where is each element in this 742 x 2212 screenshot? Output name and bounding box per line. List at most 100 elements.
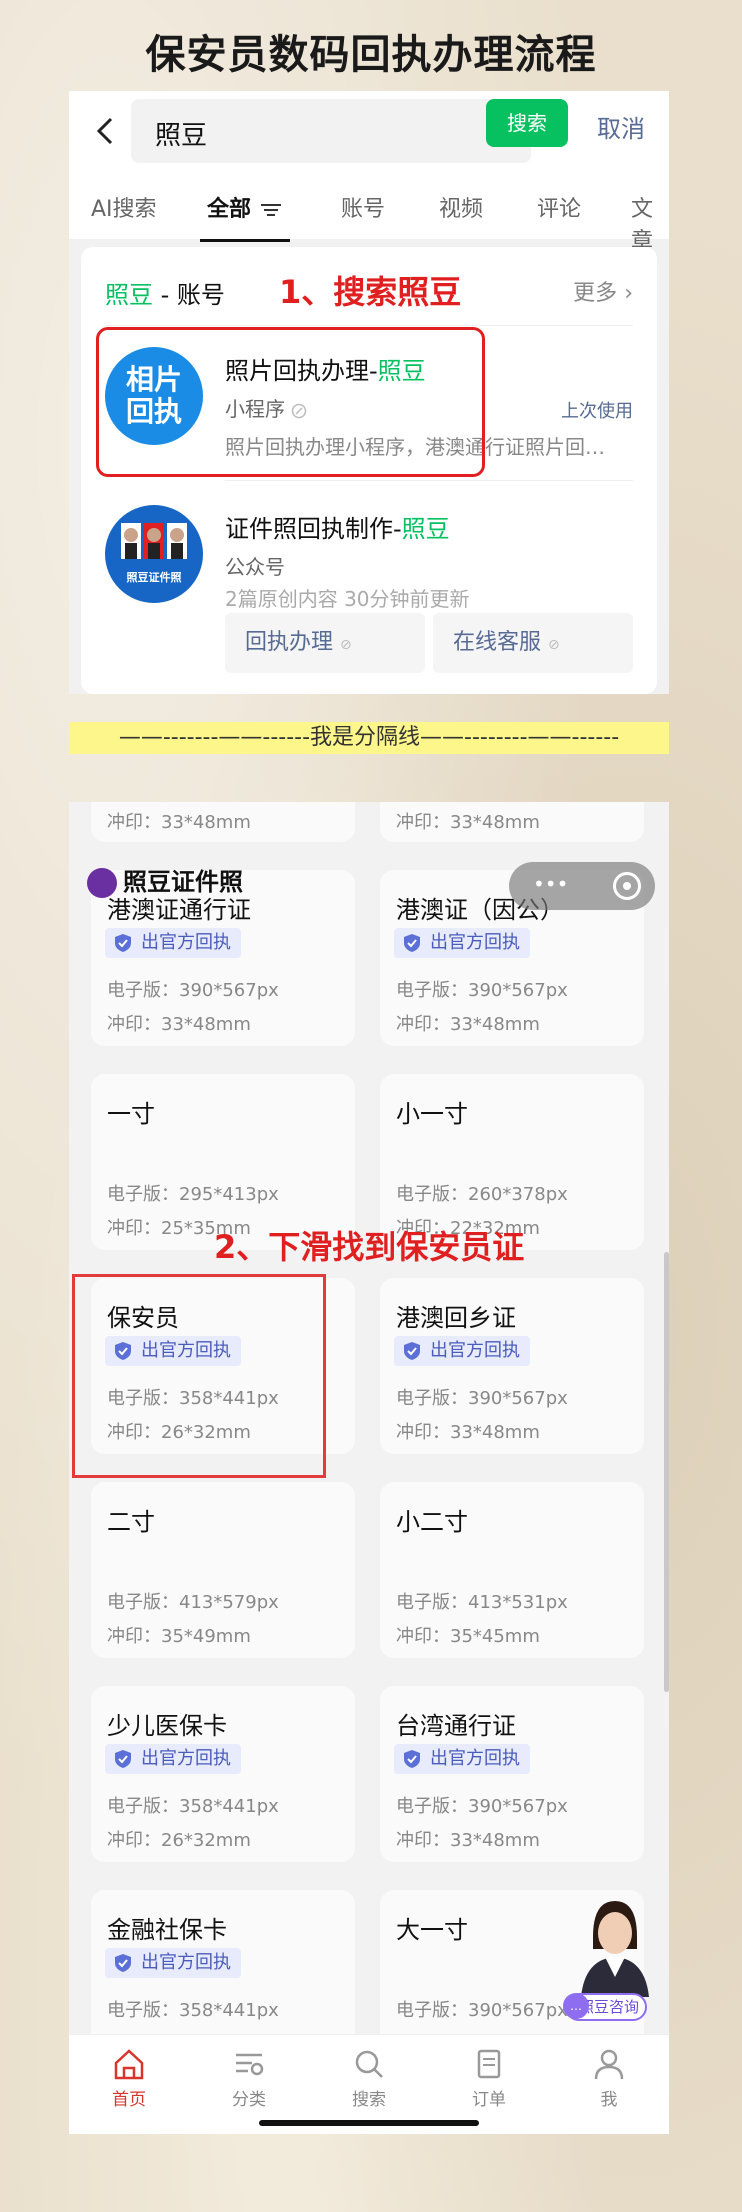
- profile-icon: [594, 2049, 624, 2080]
- tab-video[interactable]: 视频: [439, 191, 483, 223]
- active-tab-indicator: [200, 239, 290, 242]
- print-size: 冲印：26*32mm: [107, 1830, 251, 1851]
- result-description: 2篇原创内容 30分钟前更新: [225, 587, 470, 611]
- card-partial[interactable]: 冲印：33*48mm: [380, 802, 644, 842]
- tab-ai-search[interactable]: AI搜索: [91, 191, 157, 223]
- official-receipt-badge: 出官方回执: [394, 1744, 530, 1774]
- tab-comment[interactable]: 评论: [537, 191, 581, 223]
- shield-check-icon: [115, 934, 131, 952]
- digital-size: 电子版：295*413px: [107, 1184, 279, 1205]
- camera-logo-icon: [87, 868, 117, 898]
- page-title: 保安员数码回执办理流程: [145, 32, 597, 78]
- section-heading: 照豆 - 账号: [105, 281, 225, 309]
- digital-size: 电子版：358*441px: [107, 2000, 279, 2021]
- id-photo-card[interactable]: 台湾通行证出官方回执电子版：390*567px 冲印：33*48mm: [380, 1686, 644, 1862]
- card-title: 金融社保卡: [107, 1916, 227, 1944]
- card-title: 台湾通行证: [396, 1712, 516, 1740]
- print-size: 冲印：33*48mm: [396, 1422, 540, 1443]
- digital-size: 电子版：260*378px: [396, 1184, 568, 1205]
- home-indicator: [259, 2120, 479, 2126]
- shield-check-icon: [404, 1750, 420, 1768]
- shield-check-icon: [115, 1750, 131, 1768]
- link-icon: ⊘: [340, 637, 352, 653]
- nav-search[interactable]: 搜索: [329, 2047, 409, 2110]
- orders-icon: [477, 2049, 501, 2079]
- chevron-right-icon: ›: [624, 281, 633, 306]
- search-query: 照豆: [155, 121, 208, 151]
- id-photo-card[interactable]: 二寸电子版：413*579px 冲印：35*49mm: [91, 1482, 355, 1658]
- more-link[interactable]: 更多 ›: [573, 275, 633, 307]
- tab-article[interactable]: 文章: [631, 191, 669, 255]
- card-partial[interactable]: 冲印：33*48mm: [91, 802, 355, 842]
- result-title: 证件照回执制作-照豆: [225, 515, 450, 543]
- digital-size: 电子版：413*579px: [107, 1592, 279, 1613]
- highlight-box-step2: [72, 1274, 326, 1478]
- official-receipt-badge: 出官方回执: [105, 1744, 241, 1774]
- search-tabs: AI搜索 全部 账号 视频 评论 文章: [69, 171, 669, 254]
- close-miniprogram-icon[interactable]: [613, 872, 641, 900]
- bottom-tab-bar: 首页 分类 搜索 订单 我: [69, 2034, 669, 2134]
- divider: [225, 480, 633, 481]
- scrollbar[interactable]: [664, 1252, 669, 1692]
- official-receipt-badge: 出官方回执: [394, 1336, 530, 1366]
- card-title: 大一寸: [396, 1916, 468, 1944]
- filter-icon[interactable]: [261, 203, 282, 217]
- highlight-box-step1: [96, 327, 485, 477]
- card-title: 少儿医保卡: [107, 1712, 227, 1740]
- card-title: 二寸: [107, 1508, 155, 1536]
- online-support-button[interactable]: 在线客服 ⊘: [433, 613, 633, 673]
- tab-all[interactable]: 全部: [207, 191, 282, 223]
- id-photo-card[interactable]: 小二寸电子版：413*531px 冲印：35*45mm: [380, 1482, 644, 1658]
- print-size: 冲印：33*48mm: [396, 1014, 540, 1035]
- print-size: 冲印：35*49mm: [107, 1626, 251, 1647]
- zhaodou-account-avatar: 照豆证件照: [105, 505, 203, 603]
- card-title: 小一寸: [396, 1100, 468, 1128]
- link-icon: ⊘: [548, 637, 560, 653]
- search-button[interactable]: 搜索: [486, 99, 568, 147]
- step1-annotation: 1、搜索照豆: [279, 273, 462, 311]
- brand-header: 照豆证件照: [87, 862, 243, 902]
- last-used-badge: 上次使用: [561, 401, 633, 422]
- search-input[interactable]: 照豆: [131, 99, 531, 163]
- nav-orders[interactable]: 订单: [449, 2047, 529, 2110]
- chat-bubble-icon: …: [563, 1993, 589, 2019]
- nav-me[interactable]: 我: [569, 2047, 649, 2110]
- digital-size: 电子版：390*567px: [396, 1796, 568, 1817]
- consult-widget[interactable]: … 照豆咨询: [563, 1897, 661, 2032]
- receipt-service-button[interactable]: 回执办理 ⊘: [225, 613, 425, 673]
- cancel-button[interactable]: 取消: [597, 109, 645, 144]
- shield-check-icon: [404, 934, 420, 952]
- digital-size: 电子版：413*531px: [396, 1592, 568, 1613]
- shield-check-icon: [404, 1342, 420, 1360]
- wechat-search-screen: 照豆 搜索 取消 AI搜索 全部 账号 视频 评论 文章 照豆 - 账号 1、搜…: [69, 91, 669, 694]
- id-photo-card[interactable]: 港澳回乡证出官方回执电子版：390*567px 冲印：33*48mm: [380, 1278, 644, 1454]
- official-receipt-badge: 出官方回执: [105, 1948, 241, 1978]
- shield-check-icon: [115, 1954, 131, 1972]
- card-title: 小二寸: [396, 1508, 468, 1536]
- print-size: 冲印：35*45mm: [396, 1626, 540, 1647]
- id-photo-card[interactable]: 少儿医保卡出官方回执电子版：358*441px 冲印：26*32mm: [91, 1686, 355, 1862]
- consult-button[interactable]: … 照豆咨询: [563, 1993, 647, 2021]
- card-title: 港澳回乡证: [396, 1304, 516, 1332]
- result-type: 公众号: [225, 555, 285, 579]
- digital-size: 电子版：358*441px: [107, 1796, 279, 1817]
- nav-category[interactable]: 分类: [209, 2047, 289, 2110]
- search-icon: [355, 2050, 383, 2078]
- back-arrow-icon[interactable]: [93, 111, 123, 151]
- digital-size: 电子版：390*567px: [396, 1388, 568, 1409]
- home-icon: [114, 2049, 144, 2080]
- more-options-icon[interactable]: •••: [533, 872, 568, 896]
- step2-annotation: 2、下滑找到保安员证: [214, 1228, 525, 1266]
- digital-size: 电子版：390*567px: [396, 2000, 568, 2021]
- consultant-avatar: [581, 1901, 649, 1997]
- divider: [105, 325, 633, 326]
- account-results-card: 照豆 - 账号 1、搜索照豆 更多 › 相片 回执 照片回执办理-照豆 小程序 …: [81, 247, 657, 694]
- digital-size: 电子版：390*567px: [396, 980, 568, 1001]
- miniprogram-capsule[interactable]: •••: [509, 862, 655, 910]
- search-bar: 照豆 搜索 取消: [69, 91, 669, 171]
- print-size: 冲印：33*48mm: [396, 1830, 540, 1851]
- zhaodou-miniprogram-screen: 冲印：33*48mm 冲印：33*48mm 港澳证通行证 出官方回执 电子版：390…: [69, 802, 669, 2134]
- print-size: 冲印：33*48mm: [107, 1014, 251, 1035]
- tab-account[interactable]: 账号: [341, 191, 385, 223]
- nav-home[interactable]: 首页: [89, 2047, 169, 2110]
